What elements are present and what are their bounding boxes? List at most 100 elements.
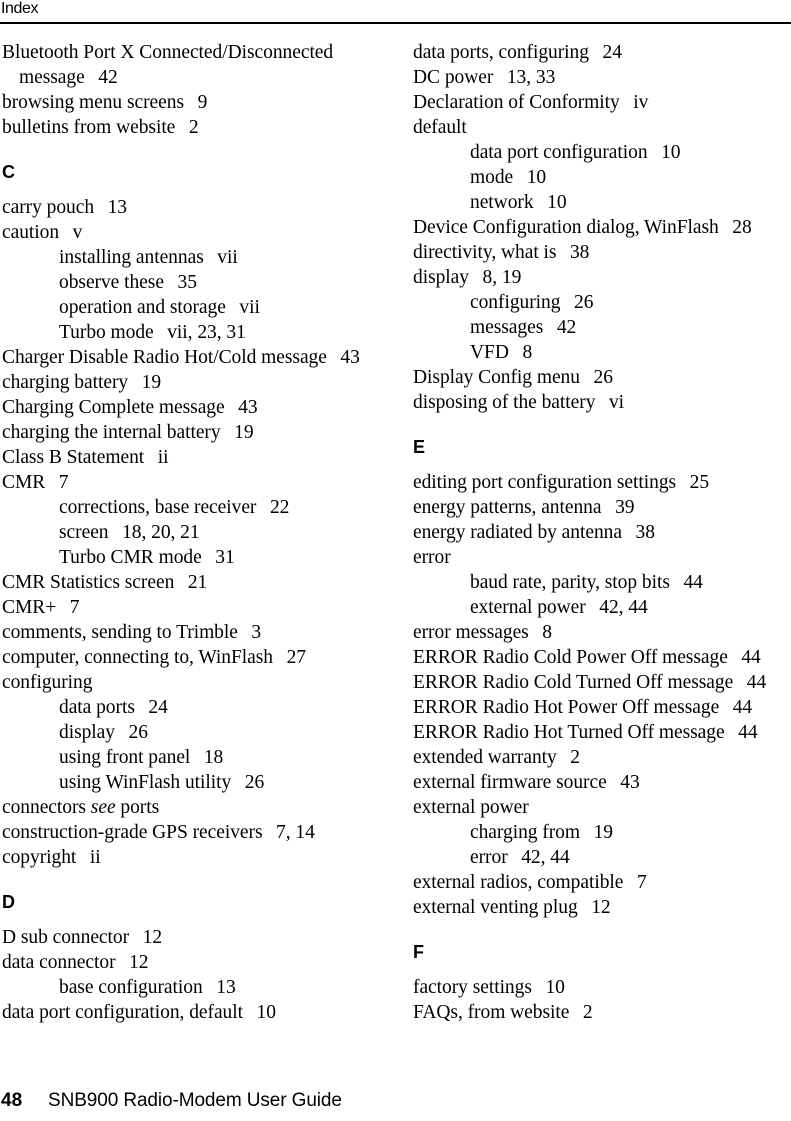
index-entry-locator: 13 — [216, 977, 236, 998]
index-entry-locator: 13, 33 — [506, 67, 556, 88]
index-entry: D sub connector 12 — [2, 925, 380, 950]
index-entry-label: ERROR Radio Hot Power Off message — [413, 697, 720, 718]
index-entry: installing antennas vii — [2, 245, 380, 270]
index-entry-locator: 44 — [738, 722, 758, 743]
index-entry-label: data ports, configuring — [413, 42, 589, 63]
index-entry: Display Config menu 26 — [413, 365, 791, 390]
index-entry-label: Bluetooth Port X Connected/Disconnected — [2, 42, 334, 63]
index-entry-locator: 13 — [107, 197, 127, 218]
index-entry-label: external power — [470, 597, 586, 618]
index-body: Bluetooth Port X Connected/Disconnected m… — [0, 40, 791, 1080]
index-entry-locator: 8 — [542, 622, 552, 643]
index-entry: messages 42 — [413, 315, 791, 340]
index-entry-label: display — [413, 267, 469, 288]
index-entry: Turbo mode vii, 23, 31 — [2, 320, 380, 345]
index-entry: Charging Complete message 43 — [2, 395, 380, 420]
index-entry: external firmware source 43 — [413, 770, 791, 795]
index-entry-label: messages — [470, 317, 544, 338]
index-entry: browsing menu screens 9 — [2, 90, 380, 115]
index-entry-label: Turbo mode — [59, 322, 154, 343]
index-entry-label: construction-grade GPS receivers — [2, 822, 263, 843]
index-entry-locator: v — [72, 222, 83, 243]
index-entry: extended warranty 2 — [413, 745, 791, 770]
index-entry-label: CMR — [2, 472, 46, 493]
index-entry-locator: 26 — [574, 292, 594, 313]
index-entry: energy patterns, antenna 39 — [413, 495, 791, 520]
index-entry-locator: 12 — [591, 897, 611, 918]
index-entry-locator: 2 — [582, 1002, 593, 1023]
index-entry: CMR 7 — [2, 470, 380, 495]
index-entry-locator: 42, 44 — [521, 847, 570, 868]
index-entry: screen 18, 20, 21 — [2, 520, 380, 545]
index-entry-locator: ii — [89, 847, 101, 868]
index-entry-label: external radios, compatible — [413, 872, 624, 893]
index-entry-label: disposing of the battery — [413, 392, 596, 413]
index-cross-reference: see — [90, 797, 116, 818]
index-entry-locator: 3 — [251, 622, 262, 643]
index-entry-label: screen — [59, 522, 109, 543]
index-entry-locator: vii — [239, 297, 260, 318]
index-entry-locator: 19 — [141, 372, 162, 393]
index-entry-label: error — [413, 547, 451, 568]
page-footer: 48 SNB900 Radio-Modem User Guide — [0, 1089, 791, 1121]
index-entry: baud rate, parity, stop bits 44 — [413, 570, 791, 595]
index-entry: display 8, 19 — [413, 265, 791, 290]
index-column-right: data ports, configuring 24 DC power 13, 33 D… — [413, 40, 791, 1025]
index-entry-locator: 2 — [570, 747, 580, 768]
index-entry-locator: 42 — [556, 317, 577, 338]
index-entry-label: Device Configuration dialog, WinFlash — [413, 217, 719, 238]
index-entry-label: Class B Statement — [2, 447, 145, 468]
index-entry-locator: 10 — [526, 167, 547, 188]
index-entry-locator: 26 — [244, 772, 265, 793]
index-entry: factory settings 10 — [413, 975, 791, 1000]
index-entry-locator: iv — [633, 92, 649, 113]
footer-document-title: SNB900 Radio-Modem User Guide — [48, 1090, 342, 1111]
index-entry-label: copyright — [2, 847, 77, 868]
index-entry-locator: 10 — [661, 142, 681, 163]
index-entry-label: charging battery — [2, 372, 129, 393]
index-entry-locator: 19 — [593, 822, 613, 843]
index-entry-locator: 8 — [522, 342, 533, 363]
index-entry-label: ERROR Radio Cold Power Off message — [413, 647, 728, 668]
index-entry-label: computer, connecting to, WinFlash — [2, 647, 273, 668]
index-letter-heading-e: E — [413, 437, 426, 457]
index-entry-locator: 7 — [58, 472, 69, 493]
index-entry: using WinFlash utility 26 — [2, 770, 380, 795]
header-divider-rule — [0, 22, 791, 25]
index-entry-label: carry pouch — [2, 197, 95, 218]
index-entry-locator: 8, 19 — [482, 267, 522, 288]
index-entry-label: external venting plug — [413, 897, 578, 918]
index-entry: error 42, 44 — [413, 845, 791, 870]
index-entry-label: data connector — [2, 952, 116, 973]
index-entry: construction-grade GPS receivers 7, 14 — [2, 820, 380, 845]
index-entry-label: network — [470, 192, 534, 213]
index-entry: charging battery 19 — [2, 370, 380, 395]
index-entry-locator: 12 — [142, 927, 163, 948]
index-entry-label: comments, sending to Trimble — [2, 622, 238, 643]
index-entry-label: data ports — [59, 697, 135, 718]
index-entry-label: bulletins from website — [2, 117, 176, 138]
index-entry-label: Charging Complete message — [2, 397, 225, 418]
index-entry: Bluetooth Port X Connected/Disconnected — [2, 40, 380, 65]
index-entry-locator: 10 — [256, 1002, 276, 1023]
page-running-header: Index — [0, 0, 791, 26]
index-entry-label: base configuration — [59, 977, 203, 998]
index-entry: Declaration of Conformity iv — [413, 90, 791, 115]
index-entry: message 42 — [2, 65, 380, 90]
index-entry-label: connectors — [2, 797, 91, 818]
index-entry-label: Display Config menu — [413, 367, 580, 388]
index-entry: external power 42, 44 — [413, 595, 791, 620]
index-entry-locator: 39 — [615, 497, 635, 518]
index-entry-label: error — [470, 847, 508, 868]
index-entry-label: default — [413, 117, 467, 138]
index-entry-label: directivity, what is — [413, 242, 557, 263]
index-entry: operation and storage vii — [2, 295, 380, 320]
index-entry-label: corrections, base receiver — [59, 497, 257, 518]
index-entry-locator: 43 — [238, 397, 258, 418]
index-entry-locator: 2 — [188, 117, 199, 138]
index-entry: carry pouch 13 — [2, 195, 380, 220]
index-entry: ERROR Radio Cold Turned Off message 44 — [413, 670, 791, 695]
index-entry-label: error messages — [413, 622, 529, 643]
index-entry: copyright ii — [2, 845, 380, 870]
index-entry: energy radiated by antenna 38 — [413, 520, 791, 545]
